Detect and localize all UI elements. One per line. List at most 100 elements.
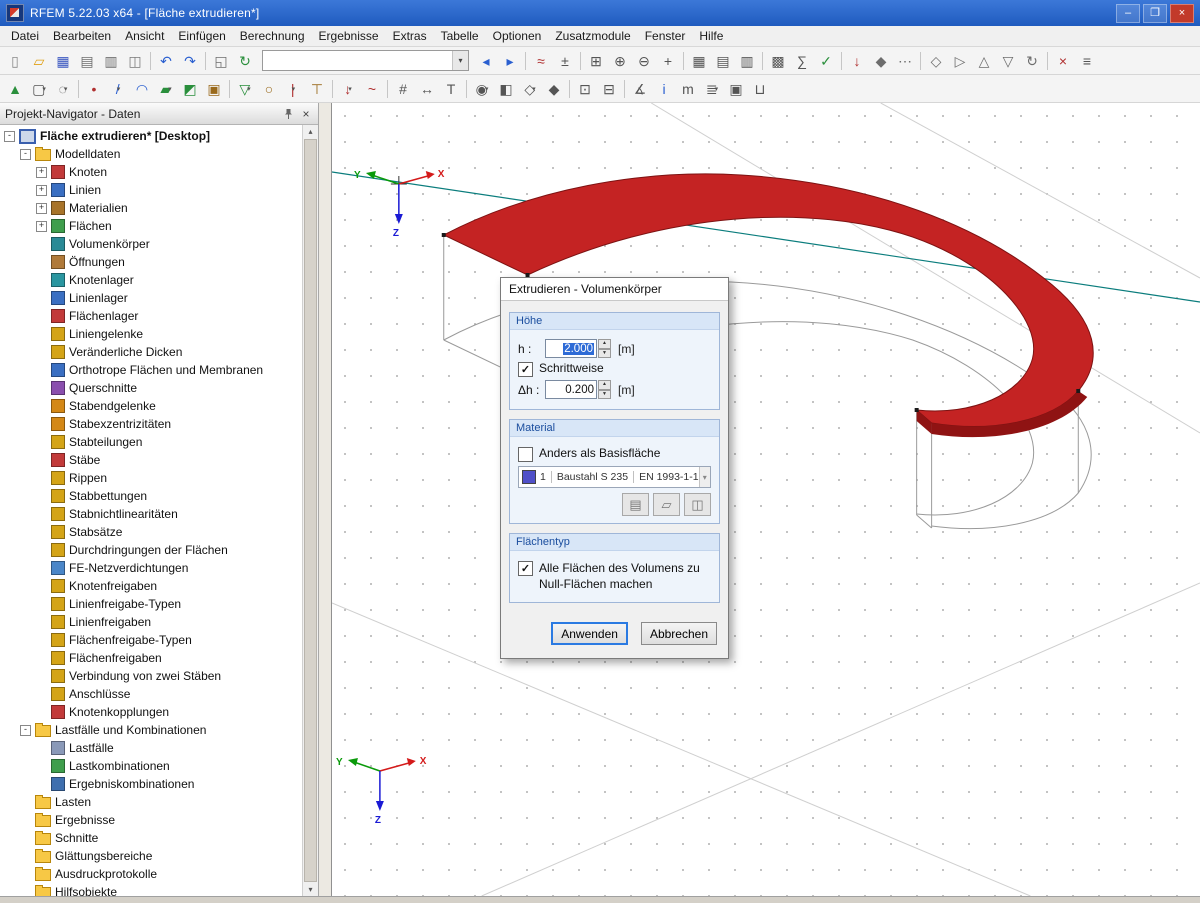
pan-view-button[interactable]: + (656, 49, 680, 73)
tree-item-knotenkopplungen[interactable]: Knotenkopplungen (0, 703, 302, 721)
expand-icon[interactable]: + (36, 167, 47, 178)
isometric-view-button[interactable]: ◇ (924, 49, 948, 73)
step-input[interactable]: 0.200 (545, 380, 597, 399)
tree-item-lasten[interactable]: Lasten (0, 793, 302, 811)
dropdown-arrow-icon[interactable]: ▾ (168, 85, 172, 93)
collapse-icon[interactable]: - (20, 725, 31, 736)
insert-arc-button[interactable]: ◠ (130, 77, 154, 101)
tree-item-flaechenfreigabe-typen[interactable]: Flächenfreigabe-Typen (0, 631, 302, 649)
tree-item-anschluesse[interactable]: Anschlüsse (0, 685, 302, 703)
undo-button[interactable]: ↶ (154, 49, 178, 73)
tree-item-veraenderliche-dicken[interactable]: Veränderliche Dicken (0, 343, 302, 361)
step-spinner[interactable]: ▲ ▼ (598, 380, 611, 399)
tree-item-querschnitte[interactable]: Querschnitte (0, 379, 302, 397)
tree-item-flaechenlager[interactable]: Flächenlager (0, 307, 302, 325)
select-all-button[interactable]: ⊡ (573, 77, 597, 101)
dropdown-arrow-icon[interactable]: ▾ (247, 85, 251, 93)
dropdown-arrow-icon[interactable]: ▾ (348, 85, 352, 93)
maximize-view-button[interactable]: ⊔ (748, 77, 772, 101)
tree-item-lastfaelle-und-kombinationen[interactable]: -Lastfälle und Kombinationen (0, 721, 302, 739)
height-spinner[interactable]: ▲ ▼ (598, 339, 611, 358)
insert-nodal-support-button[interactable]: ▽▾ (233, 77, 257, 101)
tree-item-volumenkoerper[interactable]: Volumenkörper (0, 235, 302, 253)
tree-item-flaeche-extrudieren-desktop[interactable]: -Fläche extrudieren* [Desktop] (0, 127, 302, 145)
measure-button[interactable]: ∡ (628, 77, 652, 101)
insert-solid-button[interactable]: ◩ (178, 77, 202, 101)
comment-button[interactable]: T (439, 77, 463, 101)
insert-load-button[interactable]: ↓▾ (336, 77, 360, 101)
cancel-button[interactable]: Abbrechen (641, 622, 717, 645)
next-loadcase-button[interactable]: ▸ (498, 49, 522, 73)
insert-node-button[interactable]: • (82, 77, 106, 101)
tree-item-fe-netzverdichtungen[interactable]: FE-Netzverdichtungen (0, 559, 302, 577)
tree-item-linienfreigaben[interactable]: Linienfreigaben (0, 613, 302, 631)
checkbox-icon[interactable] (518, 447, 533, 462)
tree-item-ausdruckprotokolle[interactable]: Ausdruckprotokolle (0, 865, 302, 883)
tree-item-materialien[interactable]: +Materialien (0, 199, 302, 217)
scroll-down-icon[interactable]: ▾ (308, 883, 312, 896)
result-values-button[interactable]: ± (553, 49, 577, 73)
copy-button[interactable]: ◫ (123, 49, 147, 73)
menu-tabelle[interactable]: Tabelle (434, 27, 486, 45)
dropdown-arrow-icon[interactable]: ▾ (42, 85, 46, 93)
tree-item-knoten[interactable]: +Knoten (0, 163, 302, 181)
show-tables-button[interactable]: ▦ (687, 49, 711, 73)
spin-down-icon[interactable]: ▼ (598, 390, 611, 400)
tree-item-stabexzentrizitaeten[interactable]: Stabexzentrizitäten (0, 415, 302, 433)
tree-item-oeffnungen[interactable]: Öffnungen (0, 253, 302, 271)
tree-item-lastfaelle[interactable]: Lastfälle (0, 739, 302, 757)
numbering-button[interactable]: # (391, 77, 415, 101)
insert-opening-button[interactable]: ▣ (202, 77, 226, 101)
wireframe-display-button[interactable]: ◇▾ (518, 77, 542, 101)
tree-item-stabbettungen[interactable]: Stabbettungen (0, 487, 302, 505)
screenshot-button[interactable]: ▣ (724, 77, 748, 101)
checkbox-icon[interactable] (518, 561, 533, 576)
table-below-button[interactable]: ▥ (735, 49, 759, 73)
object-info-button[interactable]: i (652, 77, 676, 101)
select-special-button[interactable]: ◌▾ (51, 77, 75, 101)
view-in-z-button[interactable]: ▽ (996, 49, 1020, 73)
scroll-up-icon[interactable]: ▴ (308, 125, 312, 138)
dropdown-arrow-icon[interactable]: ▾ (485, 85, 489, 93)
show-results-button[interactable]: ≈ (529, 49, 553, 73)
expand-icon[interactable]: + (36, 203, 47, 214)
print-preview-button[interactable]: ▥ (99, 49, 123, 73)
display-options-button[interactable]: ≣▾ (700, 77, 724, 101)
deselect-all-button[interactable]: ⊟ (597, 77, 621, 101)
material-edit-button[interactable]: ◫ (684, 493, 711, 516)
new-window-button[interactable]: ◱ (209, 49, 233, 73)
dropdown-arrow-icon[interactable]: ▾ (532, 85, 536, 93)
tree-item-knotenlager[interactable]: Knotenlager (0, 271, 302, 289)
pin-icon[interactable] (283, 108, 294, 120)
dropdown-arrow-icon[interactable]: ▾ (452, 51, 468, 70)
redo-button[interactable]: ↷ (178, 49, 202, 73)
save-model-button[interactable]: ▦ (51, 49, 75, 73)
insert-imperfection-button[interactable]: ~ (360, 77, 384, 101)
tree-item-ergebniskombinationen[interactable]: Ergebniskombinationen (0, 775, 302, 793)
fe-mesh-button[interactable]: ▩ (766, 49, 790, 73)
new-model-button[interactable]: ▯ (3, 49, 27, 73)
tree-item-schnitte[interactable]: Schnitte (0, 829, 302, 847)
navigator-header[interactable]: Projekt-Navigator - Daten × (0, 103, 318, 125)
material-combobox[interactable]: 1 Baustahl S 235 EN 1993-1-1 ▾ (518, 466, 711, 488)
tree-item-flaechen[interactable]: +Flächen (0, 217, 302, 235)
material-new-button[interactable]: ▱ (653, 493, 680, 516)
table-above-button[interactable]: ▤ (711, 49, 735, 73)
tree-item-modelldaten[interactable]: -Modelldaten (0, 145, 302, 163)
dropdown-arrow-icon[interactable]: ▾ (715, 85, 719, 93)
loadcase-combobox[interactable]: ▾ (262, 50, 469, 71)
tree-item-linien[interactable]: +Linien (0, 181, 302, 199)
print-button[interactable]: ▤ (75, 49, 99, 73)
insert-surface-button[interactable]: ▰▾ (154, 77, 178, 101)
snap-settings-button[interactable]: ◆ (869, 49, 893, 73)
load-generation-button[interactable]: ↓ (845, 49, 869, 73)
menu-ansicht[interactable]: Ansicht (118, 27, 171, 45)
regenerate-model-button[interactable]: ↻ (233, 49, 257, 73)
visibilities-button[interactable]: ◉▾ (470, 77, 494, 101)
insert-member-button[interactable]: |▾ (281, 77, 305, 101)
titlebar[interactable]: RFEM 5.22.03 x64 - [Fläche extrudieren*]… (0, 0, 1200, 26)
zoom-out-button[interactable]: ⊖ (632, 49, 656, 73)
tree-item-staebe[interactable]: Stäbe (0, 451, 302, 469)
close-button[interactable]: × (1170, 4, 1194, 23)
tree-item-verbindung-von-zwei-staeben[interactable]: Verbindung von zwei Stäben (0, 667, 302, 685)
